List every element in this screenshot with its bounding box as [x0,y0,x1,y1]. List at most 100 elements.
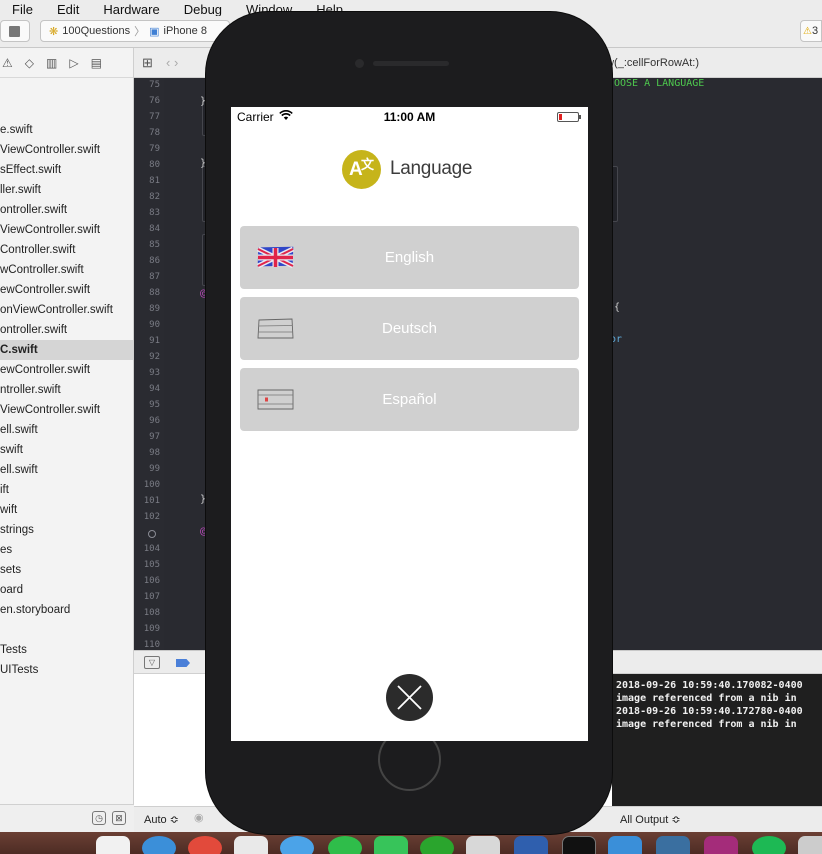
spotify-icon[interactable] [752,836,786,854]
file-item[interactable]: oard [0,580,133,600]
menu-hardware[interactable]: Hardware [103,3,159,16]
line-number: 90 [149,320,160,330]
simulator-icon[interactable] [656,836,690,854]
line-number: 88 [149,288,160,298]
test-target-item[interactable]: UITests [0,660,133,680]
warning-filter-icon[interactable]: ⚠ [2,56,13,70]
file-item[interactable]: swift [0,440,133,460]
file-item[interactable]: ViewController.swift [0,220,133,240]
console-line: image referenced from a nib in [616,719,797,730]
file-item[interactable]: en.storyboard [0,600,133,620]
clock-icon[interactable]: ◷ [92,811,106,825]
scheme-selector[interactable]: ❋ 100Questions 〉 ▣ iPhone 8 [40,20,230,42]
intellij-icon[interactable] [704,836,738,854]
line-number: 106 [143,576,160,586]
navigator-filter-bar: ⚠ ◇ ▥ ▷ ▤ [0,48,133,78]
close-button[interactable] [386,674,433,721]
file-item[interactable]: e.swift [0,120,133,140]
test-filter-icon[interactable]: ◇ [25,56,34,70]
line-number: 107 [143,592,160,602]
warning-count: 3 [811,25,819,37]
file-item[interactable]: strings [0,520,133,540]
safari-icon[interactable] [142,836,176,854]
language-button-espanol[interactable]: Español [240,368,579,431]
whatsapp-icon[interactable] [328,836,362,854]
console-line: 2018-09-26 10:59:40.170082-0400 [616,680,803,691]
page-title: Language [390,158,473,179]
finder-icon[interactable] [96,836,130,854]
warning-indicator[interactable]: ⚠ 3 [800,20,822,42]
line-number: 105 [143,560,160,570]
line-number: 92 [149,352,160,362]
facetime-icon[interactable] [374,836,408,854]
breakpoint-filter-icon[interactable]: ▷ [69,56,78,70]
navigator-footer: ◷ ⊠ [0,804,134,832]
line-number: 77 [149,112,160,122]
language-label: Español [382,391,437,408]
file-item[interactable]: sEffect.swift [0,160,133,180]
file-item[interactable]: ller.swift [0,180,133,200]
file-item[interactable]: ntroller.swift [0,380,133,400]
breadcrumb[interactable]: ew(_:cellForRowAt:) [600,57,699,69]
appstore-icon[interactable] [280,836,314,854]
system-prefs-icon[interactable] [798,836,822,854]
file-item[interactable]: ontroller.swift [0,200,133,220]
file-item[interactable]: ontroller.swift [0,320,133,340]
file-item[interactable]: ell.swift [0,420,133,440]
breakpoints-toggle-icon[interactable] [176,659,190,667]
translate-logo-icon: A 文 [342,149,381,189]
line-number: 79 [149,144,160,154]
file-item[interactable]: ViewController.swift [0,400,133,420]
breakpoint-marker-icon[interactable] [148,530,156,538]
xcode-icon[interactable] [608,836,642,854]
debug-filter-icon[interactable]: ▥ [46,56,57,70]
scheme-project: 100Questions [62,25,131,37]
menu-debug[interactable]: Debug [184,3,222,16]
output-selector[interactable]: All Output ≎ [620,813,681,826]
close-x-icon [397,685,422,710]
line-number: 100 [143,480,160,490]
file-item[interactable]: C.swift [0,340,133,360]
file-item[interactable]: sets [0,560,133,580]
filter-box-icon[interactable]: ⊠ [112,811,126,825]
language-button-english[interactable]: English [240,226,579,289]
status-bar: Carrier 11:00 AM [231,107,588,127]
line-number: 95 [149,400,160,410]
file-item[interactable]: es [0,540,133,560]
line-number: 101 [143,496,160,506]
language-button-deutsch[interactable]: Deutsch [240,297,579,360]
test-target-item[interactable]: Tests [0,640,133,660]
stop-button[interactable] [0,20,30,42]
file-item[interactable]: onViewController.swift [0,300,133,320]
console-output: 2018-09-26 10:59:40.170082-0400 image re… [612,674,822,806]
file-item[interactable]: ewController.swift [0,360,133,380]
file-item[interactable]: wController.swift [0,260,133,280]
calendar-icon[interactable] [234,836,268,854]
evernote-icon[interactable] [420,836,454,854]
camera-icon [355,59,364,68]
word-icon[interactable] [514,836,548,854]
back-forward-icon[interactable]: ‹ › [166,55,178,70]
keychain-icon[interactable] [466,836,500,854]
speaker-grille [373,61,449,66]
file-item[interactable]: ViewController.swift [0,140,133,160]
file-item[interactable]: wift [0,500,133,520]
menu-file[interactable]: File [12,3,33,16]
auto-selector[interactable]: Auto ≎ [144,813,179,826]
file-item[interactable]: ewController.swift [0,280,133,300]
file-item[interactable]: ell.swift [0,460,133,480]
hide-debug-area-icon[interactable]: ▽ [144,656,160,669]
menu-edit[interactable]: Edit [57,3,79,16]
project-navigator: ⚠ ◇ ▥ ▷ ▤ e.swift ViewController.swift sEf… [0,48,134,832]
file-item[interactable]: ift [0,480,133,500]
line-number: 78 [149,128,160,138]
line-number: 83 [149,208,160,218]
file-item[interactable]: Controller.swift [0,240,133,260]
report-filter-icon[interactable]: ▤ [91,56,102,70]
terminal-icon[interactable] [562,836,596,854]
chrome-icon[interactable] [188,836,222,854]
grid-icon[interactable]: ⊞ [142,55,153,71]
eye-icon[interactable]: ◉ [194,811,204,824]
simulator-screen: Carrier 11:00 AM A 文 Language English De… [231,107,588,741]
line-number: 86 [149,256,160,266]
